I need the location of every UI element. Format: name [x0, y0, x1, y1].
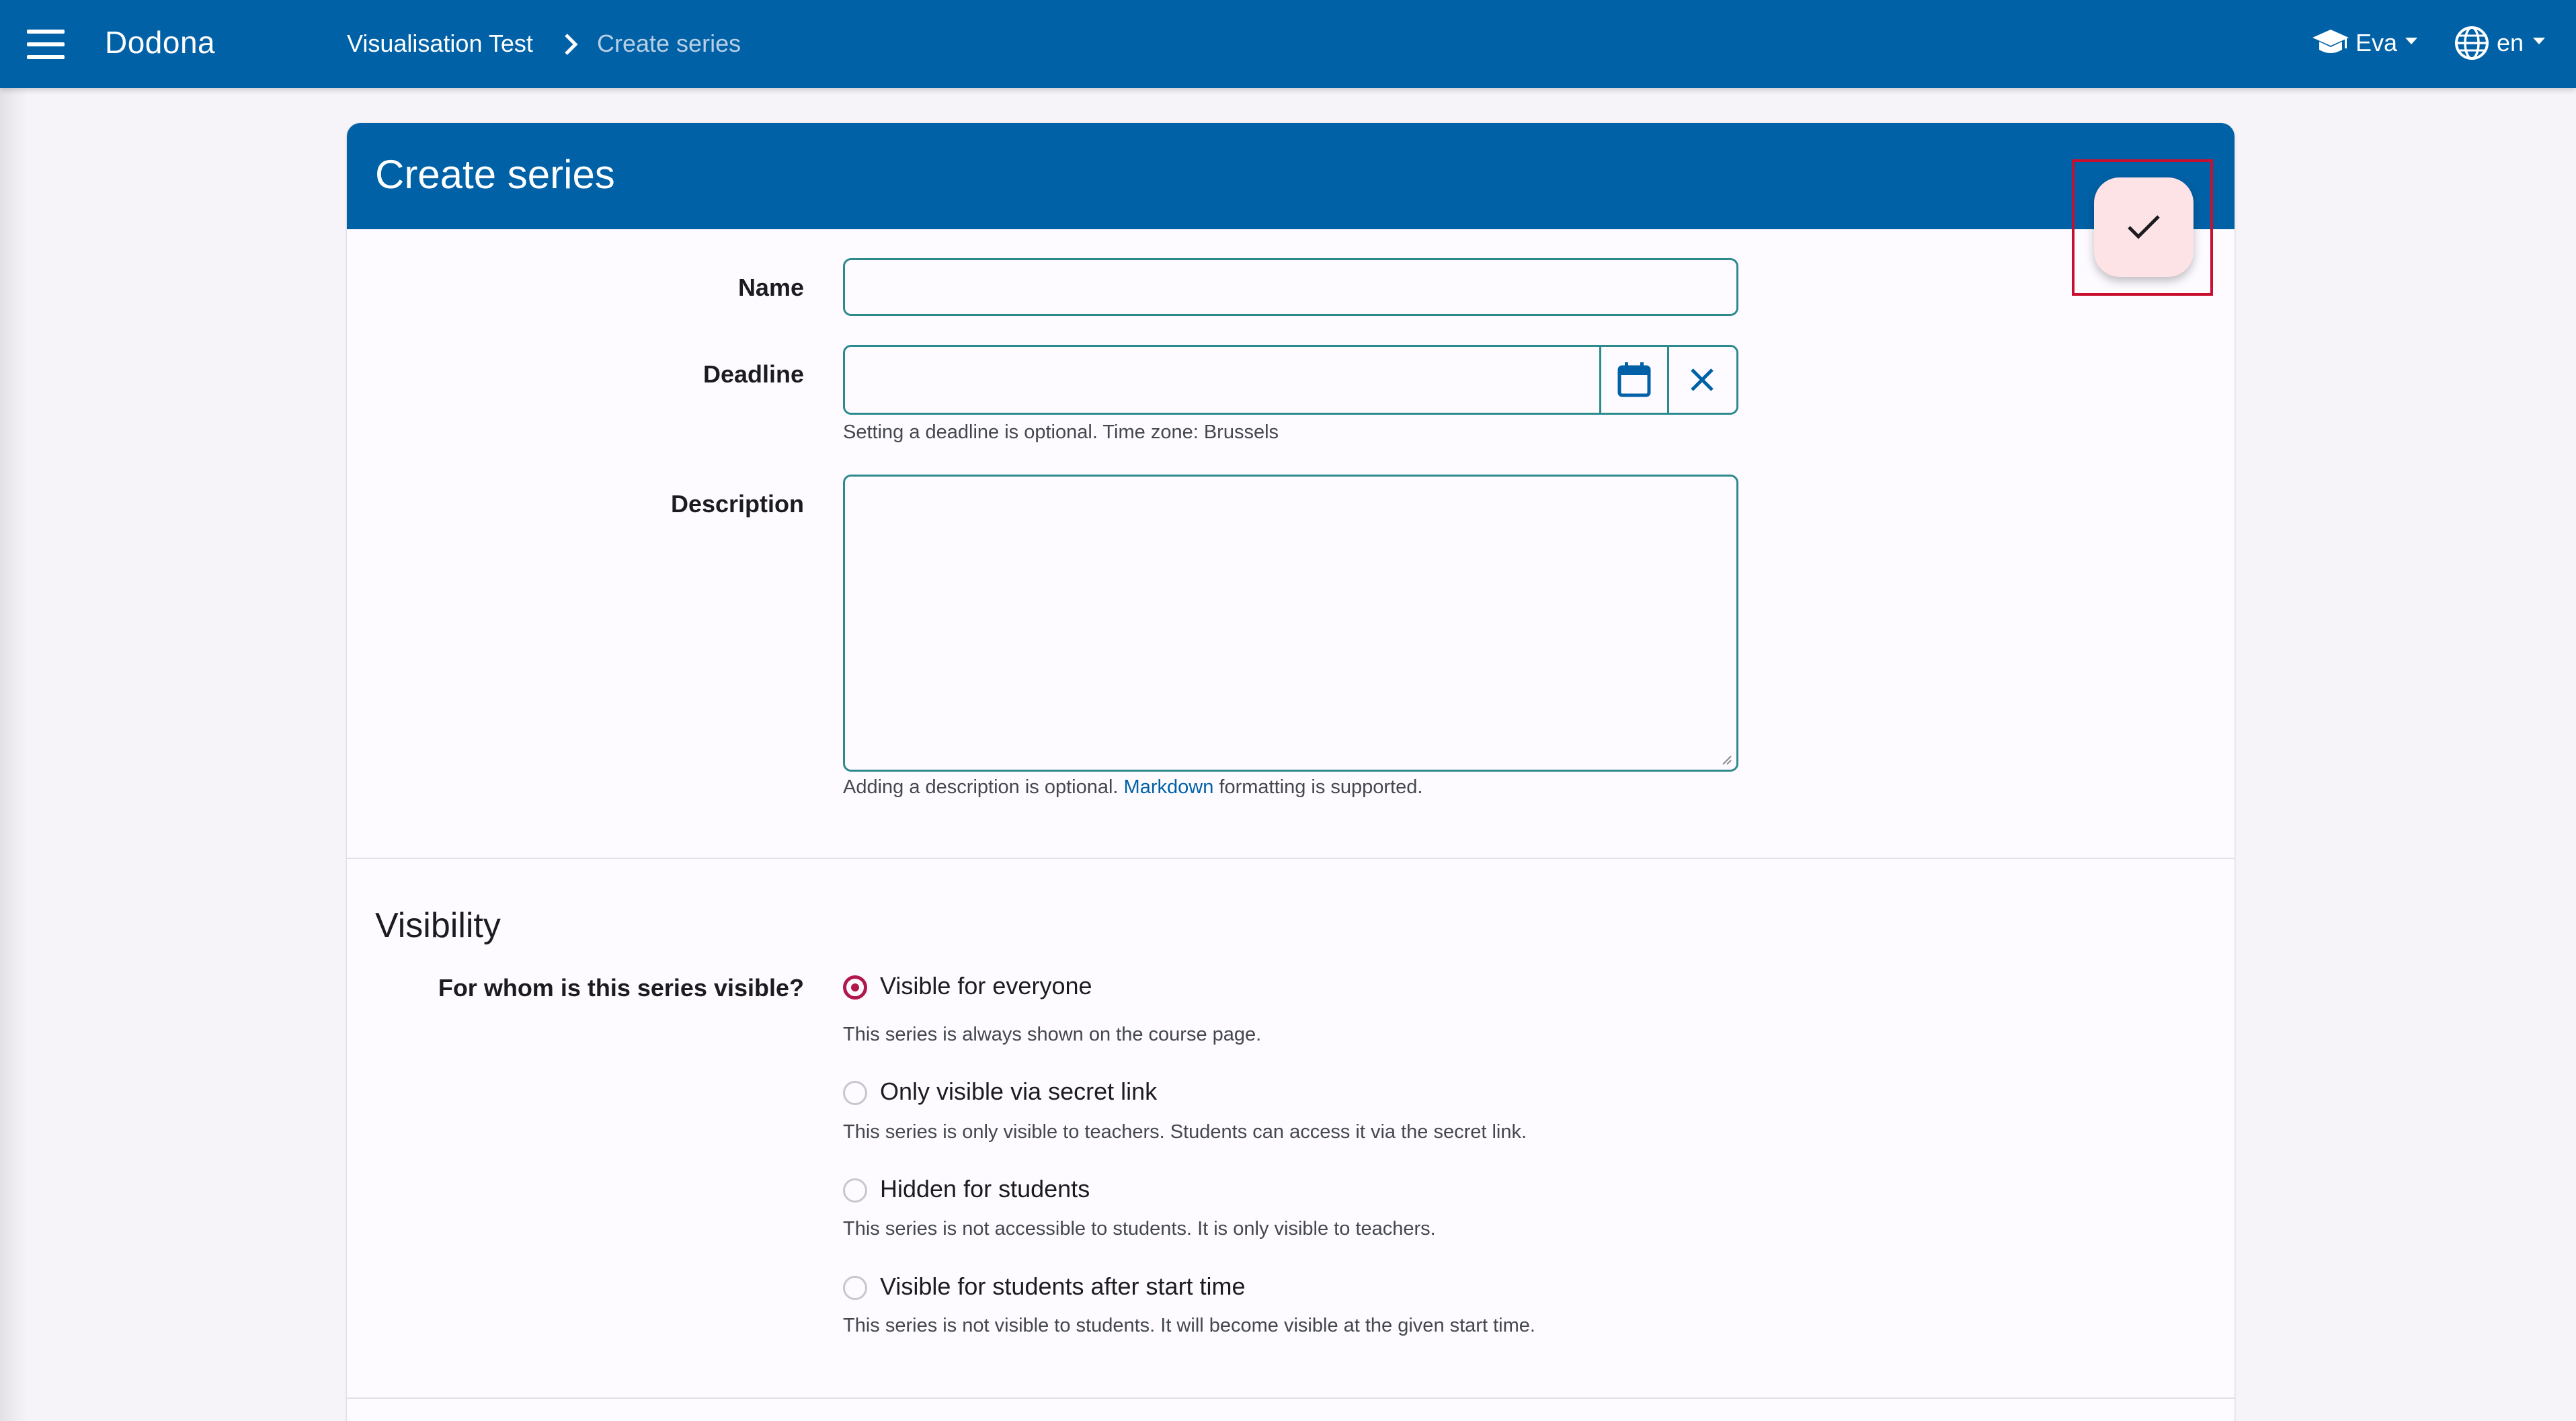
- breadcrumb-current-page: Create series: [597, 30, 741, 57]
- user-name: Eva: [2356, 29, 2398, 56]
- description-label: Description: [670, 490, 804, 518]
- page-title: Create series: [375, 152, 615, 197]
- globe-icon: [2455, 26, 2489, 60]
- hamburger-menu-icon[interactable]: [27, 30, 65, 59]
- calendar-button[interactable]: [1599, 345, 1667, 415]
- name-label: Name: [737, 274, 804, 301]
- radio-hidden-students[interactable]: [843, 1178, 867, 1203]
- create-series-card: Create series Name Deadline Setting a de…: [347, 123, 2235, 1421]
- calendar-icon: [1617, 362, 1651, 397]
- radio-label-visible-after-start[interactable]: Visible for students after start time: [880, 1272, 1246, 1301]
- description-help-text: Adding a description is optional. Markdo…: [843, 776, 1422, 799]
- deadline-label: Deadline: [702, 360, 804, 388]
- radio-label-hidden-students[interactable]: Hidden for students: [880, 1175, 1090, 1203]
- breadcrumb-course-link[interactable]: Visualisation Test: [347, 30, 533, 58]
- user-menu[interactable]: Eva: [2311, 24, 2418, 62]
- name-input[interactable]: [843, 258, 1738, 316]
- resize-handle-icon[interactable]: [1719, 752, 1732, 766]
- deadline-input[interactable]: [845, 347, 1600, 413]
- radio-help-visible-everyone: This series is always shown on the cours…: [843, 1024, 1262, 1045]
- radio-label-secret-link[interactable]: Only visible via secret link: [880, 1078, 1157, 1106]
- chevron-down-icon: [2533, 38, 2546, 44]
- markdown-link[interactable]: Markdown: [1124, 776, 1214, 798]
- deadline-input-group: [843, 345, 1738, 415]
- card-header: Create series: [347, 123, 2235, 229]
- brand-logo[interactable]: Dodona: [105, 24, 215, 60]
- graduation-cap-icon: [2312, 30, 2349, 53]
- description-help-prefix: Adding a description is optional.: [843, 776, 1119, 798]
- clear-deadline-button[interactable]: [1667, 345, 1735, 415]
- chevron-down-icon: [2405, 38, 2418, 44]
- radio-secret-link[interactable]: [843, 1081, 867, 1105]
- sidebar-shadow: [0, 88, 27, 1421]
- radio-help-visible-after-start: This series is not visible to students. …: [843, 1315, 1535, 1336]
- save-button[interactable]: [2094, 177, 2193, 277]
- description-textarea[interactable]: [843, 475, 1738, 772]
- language-code: en: [2497, 29, 2524, 56]
- section-divider-bottom: [347, 1397, 2235, 1399]
- close-icon: [1691, 368, 1714, 391]
- language-menu[interactable]: en: [2454, 24, 2546, 62]
- top-navbar: Dodona Visualisation Test Create series …: [0, 0, 2576, 88]
- radio-visible-after-start[interactable]: [843, 1276, 867, 1300]
- chevron-right-icon: [565, 34, 578, 55]
- radio-visible-everyone[interactable]: [843, 975, 867, 1000]
- check-icon: [2128, 215, 2160, 239]
- visibility-section-title: Visibility: [375, 906, 501, 945]
- visibility-question-label: For whom is this series visible?: [438, 974, 804, 1002]
- deadline-help-text: Setting a deadline is optional. Time zon…: [843, 421, 1279, 443]
- section-divider: [347, 858, 2235, 859]
- radio-label-visible-everyone[interactable]: Visible for everyone: [880, 972, 1092, 1000]
- description-help-suffix: formatting is supported.: [1219, 776, 1423, 798]
- radio-help-secret-link: This series is only visible to teachers.…: [843, 1121, 1527, 1143]
- radio-help-hidden-students: This series is not accessible to student…: [843, 1218, 1436, 1240]
